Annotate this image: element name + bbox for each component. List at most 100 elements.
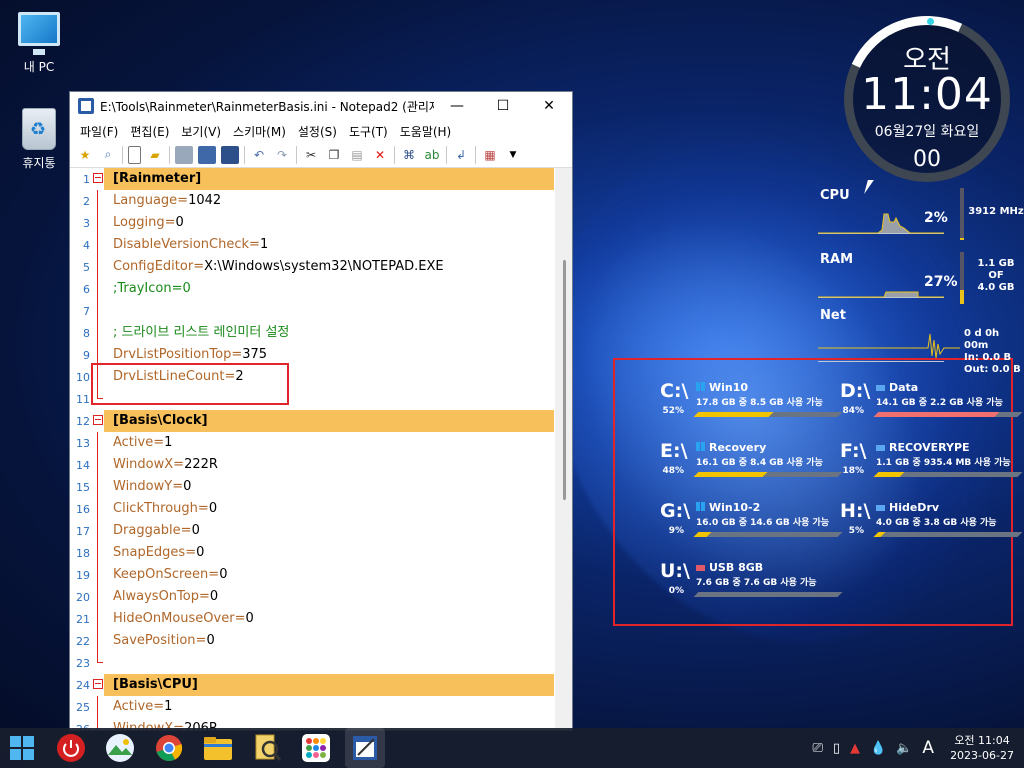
code-line[interactable]: 20 AlwaysOnTop=0 — [70, 586, 572, 608]
code-line-section[interactable]: 24 [Basis\CPU] — [70, 674, 572, 696]
equals-sign: = — [153, 699, 165, 714]
drive-capacity: 7.6 GB 중 7.6 GB 사용 가능 — [696, 578, 817, 588]
desktop-icon-recycle-bin[interactable]: 휴지통 — [9, 108, 69, 171]
save-icon[interactable] — [175, 145, 193, 164]
word-wrap-icon[interactable]: ↲ — [452, 146, 470, 164]
usb-eject-icon[interactable]: ▯ — [833, 741, 840, 756]
delete-icon[interactable]: ✕ — [371, 146, 389, 164]
fold-toggle-icon[interactable] — [93, 415, 103, 425]
fold-toggle-icon[interactable] — [93, 679, 103, 689]
close-button[interactable]: ✕ — [526, 92, 572, 120]
fold-margin[interactable] — [92, 674, 104, 696]
ime-indicator[interactable]: A — [922, 738, 934, 758]
code-line[interactable]: 16 ClickThrough=0 — [70, 498, 572, 520]
code-line[interactable]: 2 Language=1042 — [70, 190, 572, 212]
scheme-icon[interactable]: ▦ — [481, 146, 499, 164]
search-tool-app[interactable] — [247, 728, 287, 768]
code-line[interactable]: 18 SnapEdges=0 — [70, 542, 572, 564]
menu-file[interactable]: 파일(F) — [74, 123, 124, 140]
redo-icon[interactable]: ↷ — [273, 146, 291, 164]
menu-view[interactable]: 보기(V) — [175, 123, 227, 140]
find-icon[interactable]: ⌘ — [400, 146, 418, 164]
ini-value: 375 — [242, 347, 268, 362]
code-line[interactable]: 14 WindowX=222R — [70, 454, 572, 476]
save-copy-icon[interactable] — [221, 145, 239, 164]
fold-line — [97, 278, 98, 300]
power-button[interactable] — [51, 728, 91, 768]
code-line[interactable]: 15 WindowY=0 — [70, 476, 572, 498]
drive-usage-track — [693, 532, 843, 537]
code-line[interactable]: 5 ConfigEditor=X:\Windows\system32\NOTEPA… — [70, 256, 572, 278]
save-as-icon[interactable] — [198, 145, 216, 164]
menu-settings[interactable]: 설정(S) — [292, 123, 343, 140]
volume-icon[interactable]: 🔈 — [896, 741, 912, 756]
favorites-icon[interactable]: ★ — [76, 146, 94, 164]
new-file-icon[interactable] — [128, 145, 141, 164]
photos-app[interactable] — [100, 728, 140, 768]
notepad-taskbar-app[interactable] — [345, 728, 385, 768]
code-line[interactable]: 22 SavePosition=0 — [70, 630, 572, 652]
drive-item[interactable]: F:\ 18% RECOVERYPE 1.1 GB 중 935.4 MB 사용 가능 — [840, 440, 1023, 496]
title-bar[interactable]: E:\Tools\Rainmeter\RainmeterBasis.ini - … — [70, 92, 572, 120]
ram-used: 1.1 GB — [977, 258, 1015, 269]
replace-icon[interactable]: ab — [423, 146, 441, 164]
fold-margin — [92, 454, 104, 476]
code-line[interactable]: 8 ; 드라이브 리스트 레인미터 설정 — [70, 322, 572, 344]
fold-margin[interactable] — [92, 168, 104, 190]
fold-margin — [92, 608, 104, 630]
code-line[interactable]: 4 DisableVersionCheck=1 — [70, 234, 572, 256]
chevron-down-icon[interactable]: ▼ — [504, 146, 522, 164]
cut-icon[interactable]: ✂ — [302, 146, 320, 164]
code-line-section[interactable]: 1 [Rainmeter] — [70, 168, 572, 190]
code-line[interactable]: 21 HideOnMouseOver=0 — [70, 608, 572, 630]
code-line[interactable]: 23 — [70, 652, 572, 674]
drive-item[interactable]: E:\ 48% Recovery 16.1 GB 중 8.4 GB 사용 가능 — [660, 440, 843, 496]
chrome-app[interactable] — [149, 728, 189, 768]
code-line[interactable]: 7 — [70, 300, 572, 322]
cpu-percent: 2% — [924, 210, 948, 226]
desktop-icon-this-pc[interactable]: 내 PC — [9, 12, 69, 75]
start-button[interactable] — [2, 728, 42, 768]
code-line[interactable]: 25 Active=1 — [70, 696, 572, 718]
drive-label: HideDrv — [889, 501, 940, 514]
undo-icon[interactable]: ↶ — [250, 146, 268, 164]
menu-scheme[interactable]: 스키마(M) — [227, 123, 292, 140]
maximize-button[interactable]: ☐ — [480, 92, 526, 120]
code-line[interactable]: 19 KeepOnScreen=0 — [70, 564, 572, 586]
drive-item[interactable]: U:\ 0% USB 8GB 7.6 GB 중 7.6 GB 사용 가능 — [660, 560, 843, 616]
drive-item[interactable]: D:\ 84% Data 14.1 GB 중 2.2 GB 사용 가능 — [840, 380, 1023, 436]
cpu-monitor: CPU 2% 3912 MHz — [818, 188, 1024, 244]
fold-line — [97, 432, 98, 454]
drop-tray-icon[interactable]: 💧 — [870, 741, 886, 756]
notepad-window[interactable]: E:\Tools\Rainmeter\RainmeterBasis.ini - … — [69, 91, 573, 731]
clock-date: 06월27일 화요일 — [874, 124, 980, 140]
fold-toggle-icon[interactable] — [93, 173, 103, 183]
fold-line — [97, 300, 98, 322]
menu-help[interactable]: 도움말(H) — [394, 123, 458, 140]
open-file-icon[interactable]: ▰ — [146, 146, 164, 164]
minimize-button[interactable]: — — [434, 92, 480, 120]
drive-item[interactable]: C:\ 52% Win10 17.8 GB 중 8.5 GB 사용 가능 — [660, 380, 843, 436]
apps-grid-app[interactable] — [296, 728, 336, 768]
vertical-scrollbar[interactable] — [555, 168, 572, 730]
tray-clock[interactable]: 오전 11:04 2023-06-27 — [950, 733, 1014, 763]
network-icon[interactable]: ⎚ — [812, 741, 822, 756]
app-tray-icon[interactable]: ▲ — [850, 741, 860, 756]
code-line[interactable]: 13 Active=1 — [70, 432, 572, 454]
browse-icon[interactable]: ⌕ — [99, 146, 117, 164]
code-line[interactable]: 3 Logging=0 — [70, 212, 572, 234]
drive-item[interactable]: G:\ 9% Win10-2 16.0 GB 중 14.6 GB 사용 가능 — [660, 500, 843, 556]
explorer-app[interactable] — [198, 728, 238, 768]
code-line[interactable]: 6 ;TrayIcon=0 — [70, 278, 572, 300]
drive-label: Data — [889, 381, 919, 394]
fold-margin[interactable] — [92, 410, 104, 432]
paste-icon[interactable]: ▤ — [348, 146, 366, 164]
editor-area[interactable]: 1 [Rainmeter] 2 Language=1042 3 Logging=0 4 Dis… — [70, 168, 572, 730]
copy-icon[interactable]: ❐ — [325, 146, 343, 164]
code-line[interactable]: 17 Draggable=0 — [70, 520, 572, 542]
drive-item[interactable]: H:\ 5% HideDrv 4.0 GB 중 3.8 GB 사용 가능 — [840, 500, 1023, 556]
menu-edit[interactable]: 편집(E) — [124, 123, 175, 140]
code-line-section[interactable]: 12 [Basis\Clock] — [70, 410, 572, 432]
scrollbar-thumb[interactable] — [563, 260, 566, 500]
menu-tools[interactable]: 도구(T) — [343, 123, 394, 140]
